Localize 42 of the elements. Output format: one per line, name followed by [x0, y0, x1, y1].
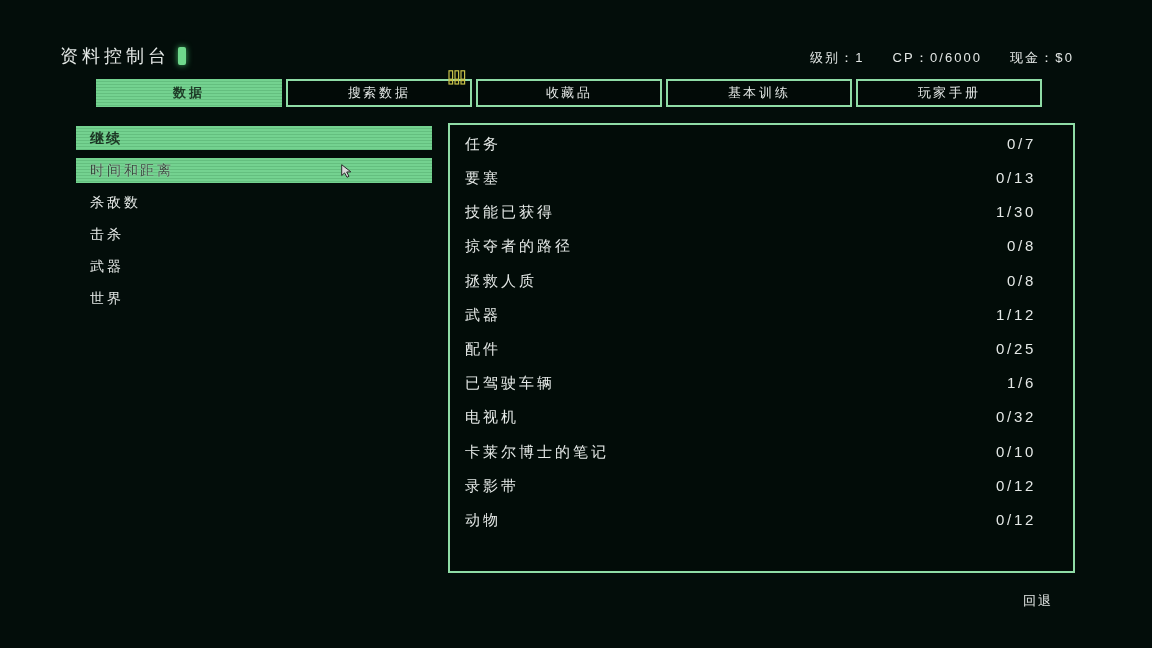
stat-value: 0/13	[996, 168, 1036, 189]
stat-value: 0/10	[996, 441, 1036, 462]
stat-value: 0/8	[1007, 270, 1036, 291]
stat-label: 配件	[465, 338, 501, 359]
stat-text: 级别：1	[810, 50, 865, 66]
stat-text: 现金：$0	[1010, 50, 1074, 66]
tab[interactable]: 玩家手册	[856, 79, 1042, 107]
back-hint: 回退	[1023, 593, 1052, 609]
status-indicator-icon	[177, 47, 186, 65]
stat-value: 0/12	[996, 475, 1036, 496]
stat-value: 0/32	[996, 407, 1036, 428]
cursor-icon	[341, 163, 354, 178]
stat-label: 拯救人质	[465, 270, 537, 291]
stat-label: 要塞	[465, 168, 501, 189]
tab[interactable]: 收藏品	[476, 79, 662, 107]
stat-label: 武器	[465, 304, 501, 325]
stat-text: CP：0/6000	[892, 50, 983, 66]
stat-label: 技能已获得	[465, 202, 555, 223]
stat-label: 录影带	[465, 475, 519, 496]
stat-value: 0/25	[996, 338, 1036, 359]
sidebar-item[interactable]: 世界	[76, 285, 432, 311]
sidebar-item[interactable]: 杀敌数	[76, 189, 432, 215]
stat-label: 任务	[465, 133, 501, 154]
stat-value: 0/7	[1007, 133, 1036, 154]
stat-label: 已驾驶车辆	[465, 373, 555, 394]
tab[interactable]: 数据	[96, 79, 282, 107]
tab[interactable]: 基本训练	[666, 79, 852, 107]
tab[interactable]: 搜索数据	[286, 79, 472, 107]
stat-value: 1/30	[996, 202, 1036, 223]
console-title: 资料控制台	[60, 45, 170, 68]
stat-value: 1/12	[996, 304, 1036, 325]
stat-value: 0/12	[996, 509, 1036, 530]
stat-label: 卡莱尔博士的笔记	[465, 441, 609, 462]
section-heading: 继续	[76, 126, 432, 150]
sidebar-item[interactable]: 武器	[76, 253, 432, 279]
stat-label: 掠夺者的路径	[465, 236, 573, 257]
stat-label: 动物	[465, 509, 501, 530]
sidebar-item[interactable]: 击杀	[76, 221, 432, 247]
stat-value: 0/8	[1007, 236, 1036, 257]
stat-value: 1/6	[1007, 373, 1036, 394]
sidebar-item[interactable]: 时间和距离	[76, 157, 432, 183]
stat-label: 电视机	[465, 407, 519, 428]
